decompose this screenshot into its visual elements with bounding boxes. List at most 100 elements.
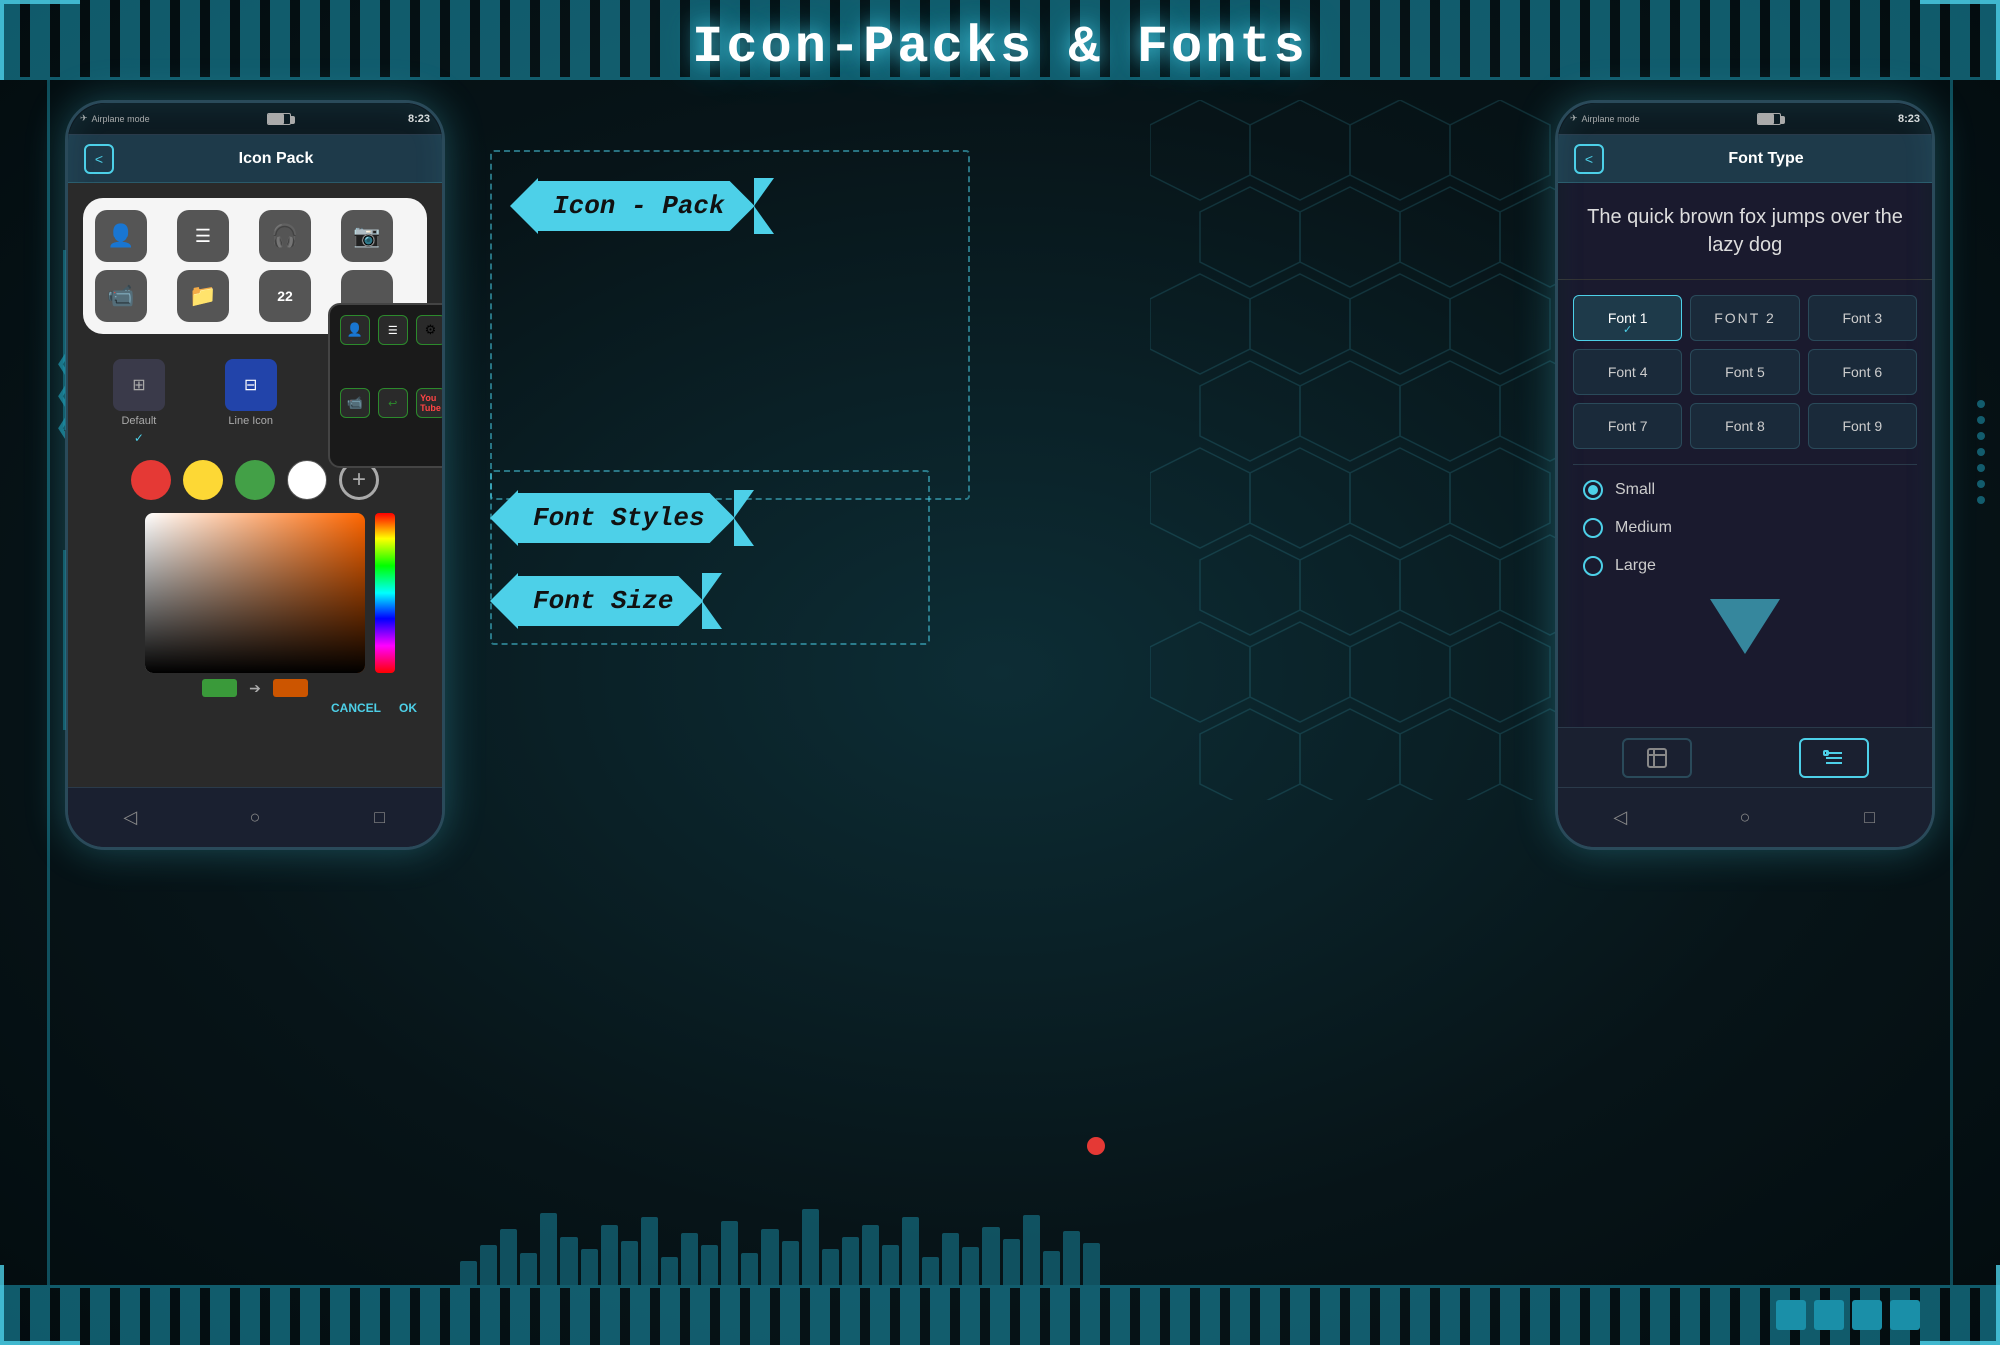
right-phone-nav: ◁ ○ □ <box>1558 787 1932 847</box>
default-check: ✓ <box>134 431 144 445</box>
action-icon-left[interactable] <box>1622 738 1692 778</box>
icon-type-default[interactable]: ⊞ Default ✓ <box>113 359 165 445</box>
left-phone-title: Icon Pack <box>126 150 426 168</box>
right-phone-status-bar: ✈ Airplane mode 8:23 <box>1558 103 1932 135</box>
dark-icon-5: 📹 <box>340 388 370 418</box>
back-button-left[interactable]: < <box>84 144 114 174</box>
nav-back-left[interactable]: ◁ <box>115 803 145 833</box>
left-phone-header: < Icon Pack <box>68 135 442 183</box>
left-border-decoration <box>0 80 50 1285</box>
bottom-border-decoration <box>0 1285 2000 1345</box>
dark-icon-1: 👤 <box>340 315 370 345</box>
dark-icon-2: ☰ <box>378 315 408 345</box>
radio-large-circle <box>1583 556 1603 576</box>
radio-small[interactable]: Small <box>1583 480 1907 500</box>
icon-folder: 📁 <box>177 270 229 322</box>
radio-large[interactable]: Large <box>1583 556 1907 576</box>
banner-arrow-left <box>510 178 538 234</box>
font-btn-7[interactable]: Font 7 <box>1573 403 1682 449</box>
left-phone-status-bar: ✈ Airplane mode 8:23 <box>68 103 442 135</box>
icon-pack-banner-body: Icon - Pack <box>538 181 755 231</box>
bottom-square-indicators <box>1776 1300 1920 1330</box>
icon-pack-banner: Icon - Pack <box>510 178 774 234</box>
airplane-mode-left: ✈ Airplane mode <box>80 113 150 124</box>
left-side-deco <box>52 250 66 430</box>
nav-recent-left[interactable]: □ <box>365 803 395 833</box>
font-size-label: Font Size <box>533 586 673 616</box>
right-phone-header: < Font Type <box>1558 135 1932 183</box>
font-styles-banner-body: Font Styles <box>518 493 735 543</box>
dark-icon-7: YouTube <box>416 388 443 418</box>
font-1-check: ✓ <box>1623 323 1632 336</box>
page-title: Icon-Packs & Fonts <box>692 18 1308 77</box>
font-styles-arrow <box>490 490 518 546</box>
corner-bl <box>0 1265 80 1345</box>
left-phone-nav: ◁ ○ □ <box>68 787 442 847</box>
dark-icon-3: ⚙ <box>416 315 443 345</box>
action-icon-right[interactable] <box>1799 738 1869 778</box>
corner-tr <box>1920 0 2000 80</box>
font-size-arrow <box>490 573 518 629</box>
radio-small-circle <box>1583 480 1603 500</box>
icon-contacts: 👤 <box>95 210 147 262</box>
left-side-deco2 <box>52 550 66 730</box>
back-button-right[interactable]: < <box>1574 144 1604 174</box>
radio-medium-circle <box>1583 518 1603 538</box>
font-styles-arrow-right <box>734 490 754 546</box>
icon-pack-label: Icon - Pack <box>553 191 725 221</box>
font-btn-2[interactable]: FONT 2 <box>1690 295 1799 341</box>
nav-home-left[interactable]: ○ <box>240 803 270 833</box>
font-preview-text: The quick brown fox jumps over the lazy … <box>1558 183 1932 280</box>
line-icon-label: Line Icon <box>228 415 273 427</box>
color-from <box>202 679 237 697</box>
icon-type-line[interactable]: ⊟ Line Icon <box>225 359 277 445</box>
font-btn-4[interactable]: Font 4 <box>1573 349 1682 395</box>
nav-recent-right[interactable]: □ <box>1855 803 1885 833</box>
color-swatch-yellow[interactable] <box>183 460 223 500</box>
font-btn-5[interactable]: Font 5 <box>1690 349 1799 395</box>
right-dot-decorations <box>1977 400 1985 504</box>
corner-tl <box>0 0 80 80</box>
font-size-banner-body: Font Size <box>518 576 703 626</box>
font-btn-6[interactable]: Font 6 <box>1808 349 1917 395</box>
left-phone-mockup: ✈ Airplane mode 8:23 < Icon Pack 👤 ☰ 🎧 📷… <box>65 100 445 850</box>
font-size-banner: Font Size <box>490 573 722 629</box>
font-grid: Font 1 ✓ FONT 2 Font 3 Font 4 Font 5 Fon… <box>1558 280 1932 464</box>
hue-slider[interactable] <box>375 513 395 673</box>
right-phone-title: Font Type <box>1616 150 1916 168</box>
font-btn-9[interactable]: Font 9 <box>1808 403 1917 449</box>
corner-br <box>1920 1265 2000 1345</box>
default-label: Default <box>121 415 156 427</box>
right-phone-action-bar <box>1558 727 1932 787</box>
red-dot-indicator <box>1087 1137 1105 1155</box>
right-phone-mockup: ✈ Airplane mode 8:23 < Font Type The qui… <box>1555 100 1935 850</box>
eq-bars-decoration <box>460 1205 1100 1285</box>
font-btn-8[interactable]: Font 8 <box>1690 403 1799 449</box>
font-styles-banner: Font Styles <box>490 490 754 546</box>
color-swatch-red[interactable] <box>131 460 171 500</box>
icon-camera: 📷 <box>341 210 393 262</box>
font-btn-1[interactable]: Font 1 ✓ <box>1573 295 1682 341</box>
nav-home-right[interactable]: ○ <box>1730 803 1760 833</box>
banner-arrow-right <box>754 178 774 234</box>
font-btn-3[interactable]: Font 3 <box>1808 295 1917 341</box>
color-swatch-green[interactable] <box>235 460 275 500</box>
icon-calendar: 22 <box>259 270 311 322</box>
nav-back-right[interactable]: ◁ <box>1605 803 1635 833</box>
icon-video: 📹 <box>95 270 147 322</box>
color-arrow-icon: ➔ <box>249 680 261 697</box>
airplane-mode-right: ✈ Airplane mode <box>1570 113 1640 124</box>
icon-messages: ☰ <box>177 210 229 262</box>
color-to <box>273 679 308 697</box>
cancel-button[interactable]: CANCEL <box>331 701 381 715</box>
radio-medium[interactable]: Medium <box>1583 518 1907 538</box>
dark-icon-6: ↩ <box>378 388 408 418</box>
icon-headphone: 🎧 <box>259 210 311 262</box>
font-styles-label: Font Styles <box>533 503 705 533</box>
triangle-pointer-container <box>1558 599 1932 654</box>
triangle-down-icon <box>1710 599 1780 654</box>
font-size-arrow-right <box>702 573 722 629</box>
color-swatch-white[interactable] <box>287 460 327 500</box>
ok-button[interactable]: OK <box>399 701 417 715</box>
right-border-decoration <box>1950 80 2000 1285</box>
